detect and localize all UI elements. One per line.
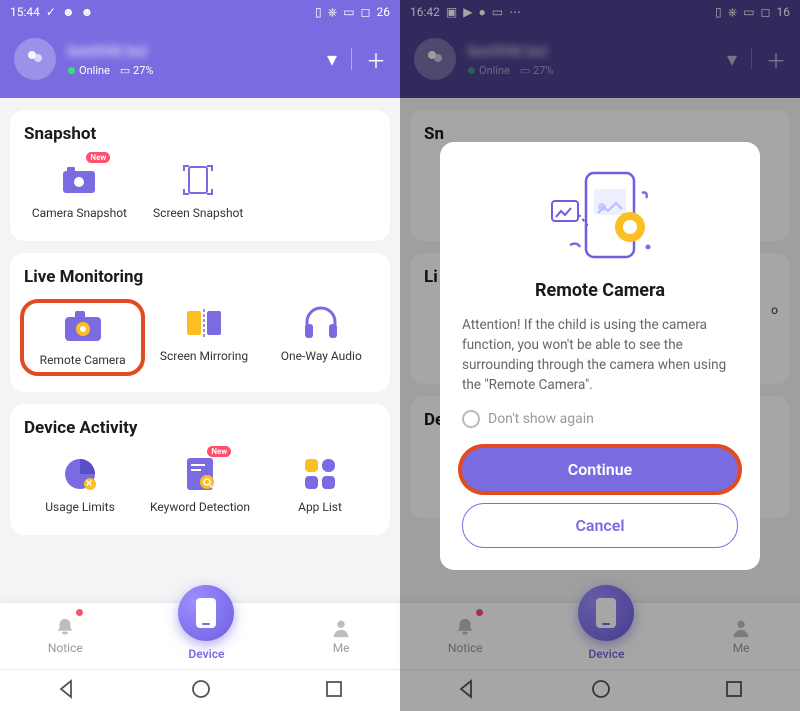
globe-icon: ☻ xyxy=(81,5,94,19)
plus-icon[interactable]: ＋ xyxy=(366,45,386,74)
new-badge: New xyxy=(86,152,110,163)
card-title: Device Activity xyxy=(20,418,380,438)
online-status: Online xyxy=(68,64,110,77)
person-icon xyxy=(330,617,352,639)
phone-left: 15:44 ✓ ☻ ☻ ▯ ⎈ ▭ ◻ 26 kent946 bul Onlin… xyxy=(0,0,400,711)
dont-show-again[interactable]: Don't show again xyxy=(462,410,738,428)
modal-overlay: Remote Camera Attention! If the child is… xyxy=(400,0,800,711)
card-title: Snapshot xyxy=(20,124,380,144)
item-label: One-Way Audio xyxy=(281,349,362,364)
phone-right: 16:42 ▣ ▶ ● ▭ ⋯ ▯ ⎈ ▭ ◻ 16 kent946 bul O… xyxy=(400,0,800,711)
cancel-button[interactable]: Cancel xyxy=(462,503,738,548)
tabbar: Notice Device Me xyxy=(0,603,400,669)
item-label: Keyword Detection xyxy=(150,500,250,515)
notification-dot xyxy=(76,609,83,616)
avatar[interactable] xyxy=(14,38,56,80)
item-keyword-detection[interactable]: New Keyword Detection xyxy=(140,450,260,519)
tab-label: Me xyxy=(333,641,350,655)
card-snapshot: Snapshot New Camera Snapshot Screen Snap… xyxy=(10,110,390,241)
tab-label: Device xyxy=(188,647,224,661)
content-area: Snapshot New Camera Snapshot Screen Snap… xyxy=(0,98,400,603)
item-label: Screen Snapshot xyxy=(153,206,243,221)
item-camera-snapshot[interactable]: New Camera Snapshot xyxy=(20,156,139,225)
dialog-illustration xyxy=(462,162,738,272)
item-remote-camera[interactable]: Remote Camera xyxy=(20,299,145,376)
phone-icon xyxy=(195,597,217,629)
item-label: Camera Snapshot xyxy=(32,206,127,221)
headphones-icon xyxy=(301,303,341,343)
status-bar: 15:44 ✓ ☻ ☻ ▯ ⎈ ▭ ◻ 26 xyxy=(0,0,400,24)
check-icon: ✓ xyxy=(46,5,56,19)
chevron-down-icon[interactable]: ▾ xyxy=(327,47,337,71)
item-app-list[interactable]: App List xyxy=(260,450,380,519)
dialog-remote-camera: Remote Camera Attention! If the child is… xyxy=(440,142,760,570)
screen-snapshot-icon xyxy=(178,160,218,200)
usage-limits-icon xyxy=(60,454,100,494)
item-label: Usage Limits xyxy=(45,500,115,515)
remote-camera-icon xyxy=(63,307,103,347)
tab-notice[interactable]: Notice xyxy=(48,617,83,655)
dialog-body: Attention! If the child is using the cam… xyxy=(462,315,738,396)
dialog-title: Remote Camera xyxy=(462,280,738,301)
item-one-way-audio[interactable]: One-Way Audio xyxy=(263,299,380,376)
app-list-icon xyxy=(300,454,340,494)
device-tab-circle xyxy=(178,585,234,641)
item-label: App List xyxy=(298,500,342,515)
back-icon[interactable] xyxy=(57,679,77,703)
tab-me[interactable]: Me xyxy=(330,617,352,655)
android-navbar xyxy=(0,669,400,711)
vibrate-icon: ▯ xyxy=(315,5,322,19)
status-time: 15:44 xyxy=(10,5,40,19)
card-title: Live Monitoring xyxy=(20,267,380,287)
device-battery: ▭ 27% xyxy=(120,64,154,77)
recent-icon[interactable] xyxy=(325,680,343,702)
card-live: Live Monitoring Remote Camera Screen Mir… xyxy=(10,253,390,392)
card-activity: Device Activity Usage Limits New Keyword… xyxy=(10,404,390,535)
divider xyxy=(351,48,352,70)
wifi-icon: ⎈ xyxy=(328,5,338,20)
battery-pct: 26 xyxy=(377,5,391,19)
item-screen-snapshot[interactable]: Screen Snapshot xyxy=(139,156,258,225)
item-label: Remote Camera xyxy=(40,353,126,368)
screen-mirroring-icon xyxy=(184,303,224,343)
signal-icon: ▭ xyxy=(343,5,354,19)
camera-snapshot-icon xyxy=(59,160,99,200)
user-icon: ☻ xyxy=(62,5,75,19)
home-icon[interactable] xyxy=(191,679,211,703)
item-label: Screen Mirroring xyxy=(160,349,248,364)
checkbox-icon[interactable] xyxy=(462,410,480,428)
item-screen-mirroring[interactable]: Screen Mirroring xyxy=(145,299,262,376)
tab-device[interactable]: Device xyxy=(178,611,234,661)
new-badge: New xyxy=(207,446,231,457)
profile-name: kent946 bul xyxy=(68,42,327,60)
item-usage-limits[interactable]: Usage Limits xyxy=(20,450,140,519)
continue-button[interactable]: Continue xyxy=(462,448,738,491)
tab-label: Notice xyxy=(48,641,83,655)
checkbox-label: Don't show again xyxy=(488,411,594,427)
app-header: kent946 bul Online ▭ 27% ▾ ＋ xyxy=(0,24,400,98)
keyword-detection-icon xyxy=(180,454,220,494)
bell-icon xyxy=(54,617,76,639)
battery-icon: ◻ xyxy=(361,5,371,19)
